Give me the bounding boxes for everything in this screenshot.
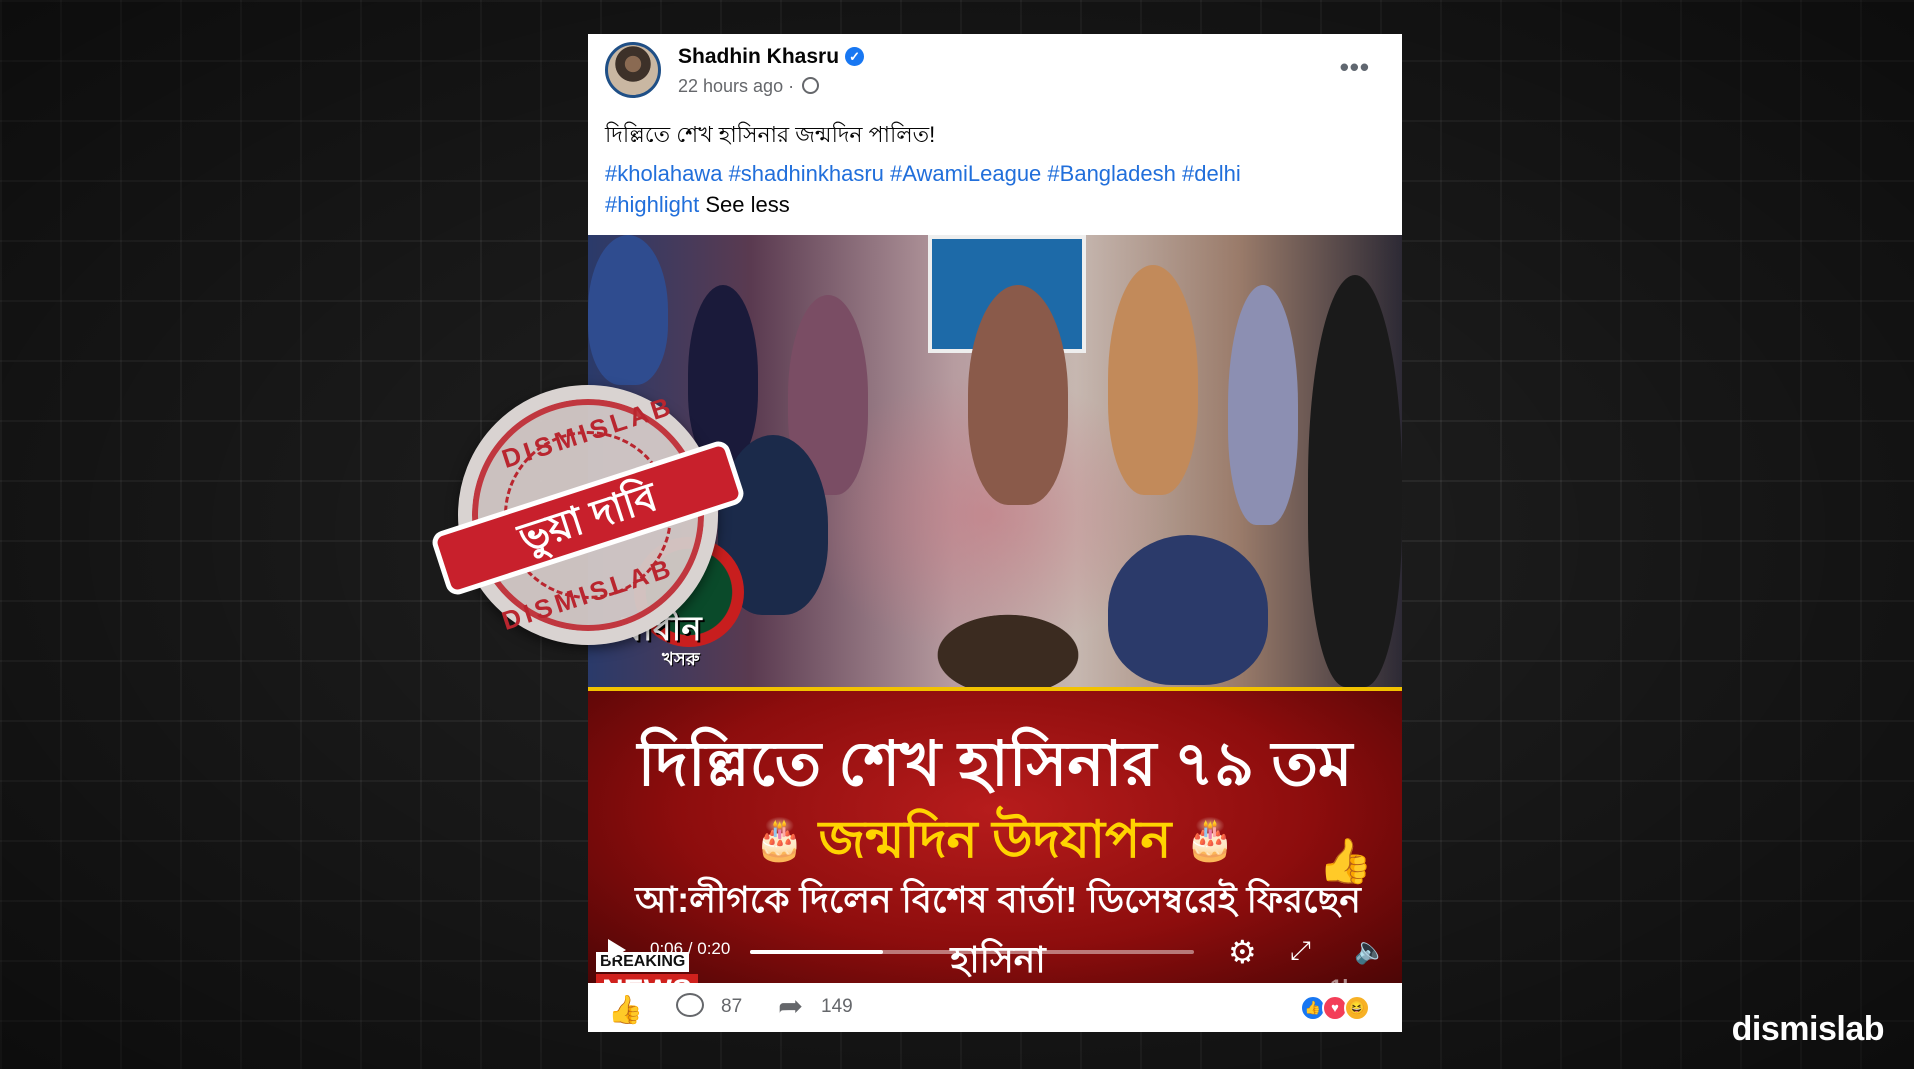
- birthday-cake-icon: 🎂: [1185, 818, 1236, 862]
- hashtag-link[interactable]: #kholahawa: [605, 161, 722, 186]
- post-timestamp-row: 22 hours ago ·: [678, 76, 820, 97]
- post-hashtags: #kholahawa #shadhinkhasru #AwamiLeague #…: [605, 158, 1305, 220]
- person-figure: [1308, 275, 1402, 687]
- video-player[interactable]: স্বাধীন খসরু দিল্লিতে শেখ হাসিনার ৭৯ তম …: [588, 235, 1402, 983]
- play-icon[interactable]: [608, 939, 626, 961]
- person-figure: [688, 285, 758, 465]
- hashtag-link[interactable]: #highlight: [605, 192, 699, 217]
- author-name-row[interactable]: Shadhin Khasru ✓: [678, 45, 865, 69]
- hashtag-link[interactable]: #AwamiLeague: [890, 161, 1041, 186]
- progress-bar[interactable]: [750, 950, 1194, 954]
- comment-count[interactable]: 87: [721, 996, 742, 1018]
- fullscreen-icon[interactable]: ⤢: [1290, 935, 1311, 967]
- person-figure: [968, 285, 1068, 505]
- volume-icon[interactable]: 🔈: [1354, 935, 1386, 966]
- haha-reaction-icon: 😆: [1344, 995, 1370, 1021]
- person-figure: [1108, 265, 1198, 495]
- hashtag-link[interactable]: #shadhinkhasru: [729, 161, 884, 186]
- fake-claim-stamp: DISMISLAB ভুয়া দাবি DISMISLAB: [429, 385, 747, 645]
- video-controls: 0:06 / 0:20 ⚙ ⤢ 🔈: [588, 925, 1402, 983]
- hashtag-link[interactable]: #delhi: [1182, 161, 1241, 186]
- person-figure: [1228, 285, 1298, 525]
- avatar[interactable]: [605, 42, 661, 98]
- see-less-link[interactable]: See less: [705, 192, 789, 217]
- share-count[interactable]: 149: [821, 996, 853, 1018]
- comment-bubble-icon[interactable]: [676, 993, 704, 1017]
- post-timestamp[interactable]: 22 hours ago ·: [678, 76, 794, 96]
- person-figure: [1108, 535, 1268, 685]
- video-time: 0:06 / 0:20: [650, 939, 731, 958]
- progress-fill: [750, 950, 884, 954]
- like-button-icon[interactable]: 👍: [608, 993, 643, 1026]
- thumbs-up-overlay-icon: 👍: [1318, 837, 1373, 886]
- post-header: Shadhin Khasru ✓ 22 hours ago · •••: [588, 34, 1402, 108]
- banner-subheadline-text: জন্মদিন উদযাপন: [818, 811, 1172, 869]
- birthday-cake-icon: 🎂: [754, 818, 805, 862]
- dismislab-watermark: dismislab: [1731, 1010, 1885, 1048]
- hashtag-link[interactable]: #Bangladesh: [1047, 161, 1175, 186]
- settings-gear-icon[interactable]: ⚙: [1228, 933, 1257, 971]
- reaction-summary[interactable]: 👍 ♥ 😆: [1300, 995, 1374, 1021]
- post-caption: দিল্লিতে শেখ হাসিনার জন্মদিন পালিত!: [605, 122, 936, 147]
- share-arrow-icon[interactable]: ➦: [778, 989, 803, 1024]
- channel-logo-sub: খসরু: [662, 649, 700, 669]
- post-action-bar: 👍 87 ➦ 149 👍 ♥ 😆: [588, 983, 1402, 1032]
- verified-badge-icon: ✓: [845, 47, 865, 66]
- globe-icon: [802, 77, 820, 94]
- person-figure: [588, 235, 668, 385]
- more-options-button[interactable]: •••: [1340, 52, 1370, 83]
- author-name[interactable]: Shadhin Khasru: [678, 45, 839, 68]
